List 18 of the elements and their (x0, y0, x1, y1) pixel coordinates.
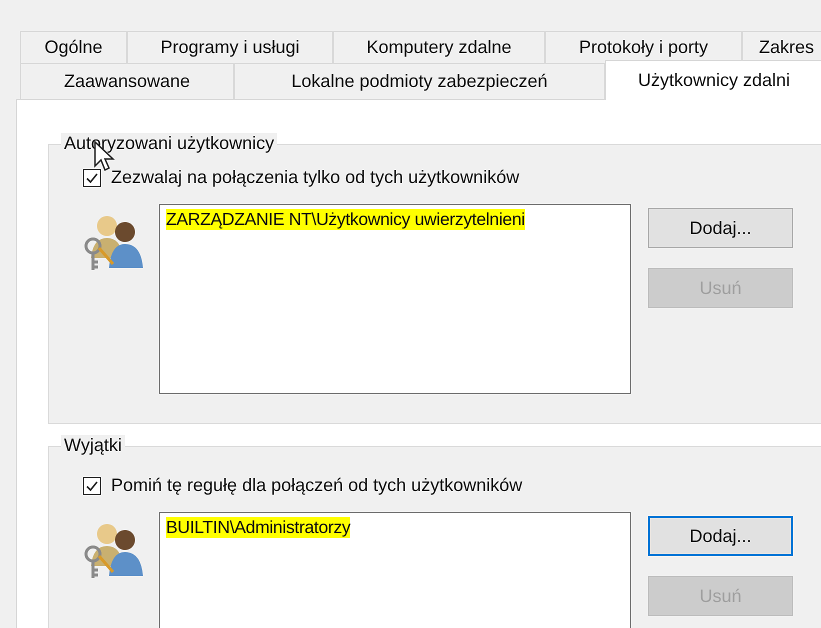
tab[interactable]: Użytkownicy zdalni (605, 60, 821, 100)
tab[interactable]: Lokalne podmioty zabezpieczeń (234, 63, 605, 99)
group-title: Wyjątki (61, 435, 125, 456)
tab[interactable]: Protokoły i porty (545, 31, 742, 63)
tab[interactable]: Komputery zdalne (333, 31, 545, 63)
tab[interactable]: Ogólne (20, 31, 127, 63)
tab[interactable]: Zakres (742, 31, 821, 63)
checkbox[interactable] (83, 476, 101, 494)
checkbox-label: Pomiń tę regułę dla połączeń od tych użytkowników (111, 475, 522, 496)
add-button[interactable]: Dodaj... (648, 208, 793, 248)
tab[interactable]: Zaawansowane (20, 63, 234, 99)
add-button[interactable]: Dodaj... (648, 516, 793, 556)
user-list[interactable]: ZARZĄDZANIE NT\Użytkownicy uwierzytelnieni (159, 204, 631, 394)
list-item[interactable]: ZARZĄDZANIE NT\Użytkownicy uwierzytelnieni (166, 209, 525, 230)
checkbox-label: Zezwalaj na połączenia tylko od tych użytkowników (111, 167, 520, 188)
tab[interactable]: Programy i usługi (127, 31, 333, 63)
group-title: Autoryzowani użytkownicy (61, 133, 278, 154)
checkbox[interactable] (83, 168, 101, 186)
